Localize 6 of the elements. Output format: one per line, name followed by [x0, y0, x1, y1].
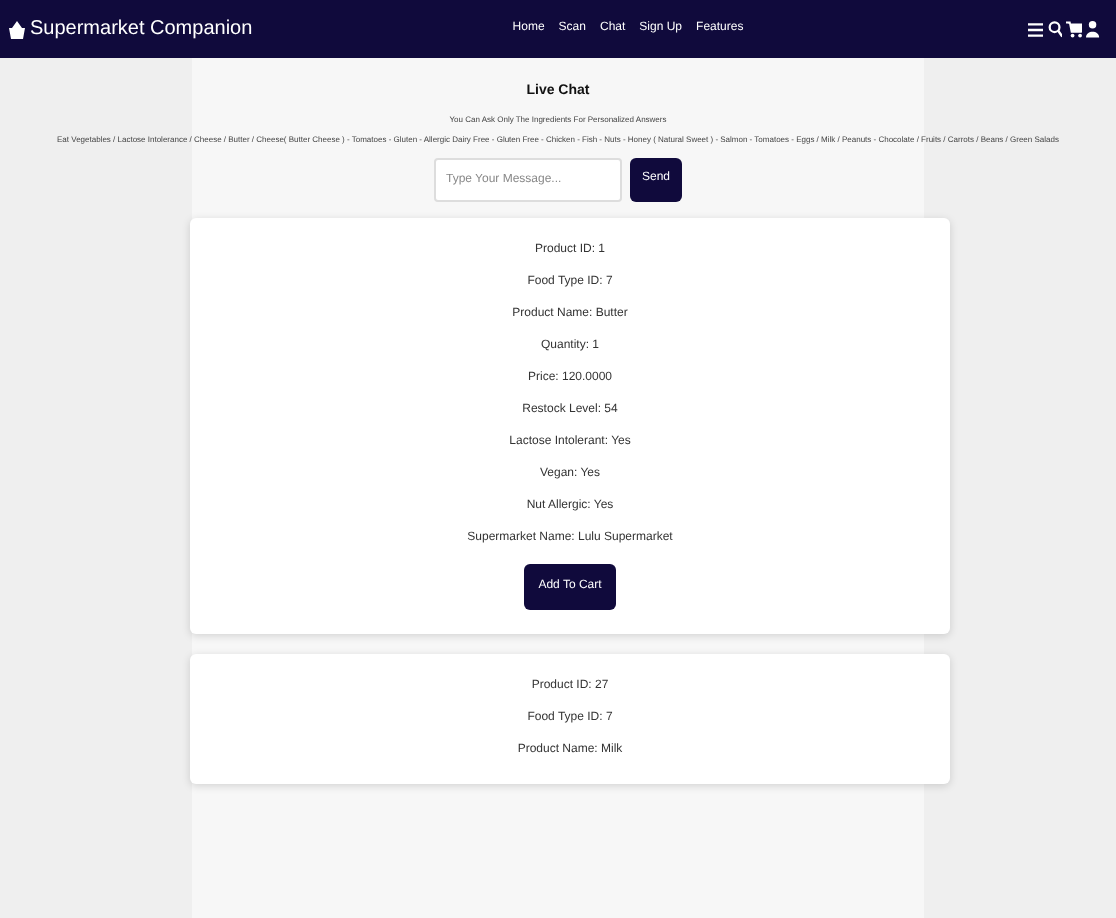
shopping-basket-icon: [8, 19, 26, 39]
brand-name[interactable]: Supermarket Companion: [30, 14, 253, 44]
search-icon[interactable]: [1047, 20, 1062, 38]
cart-icon[interactable]: [1066, 20, 1083, 38]
user-icon[interactable]: [1086, 20, 1100, 38]
menu-icon[interactable]: [1028, 21, 1043, 37]
